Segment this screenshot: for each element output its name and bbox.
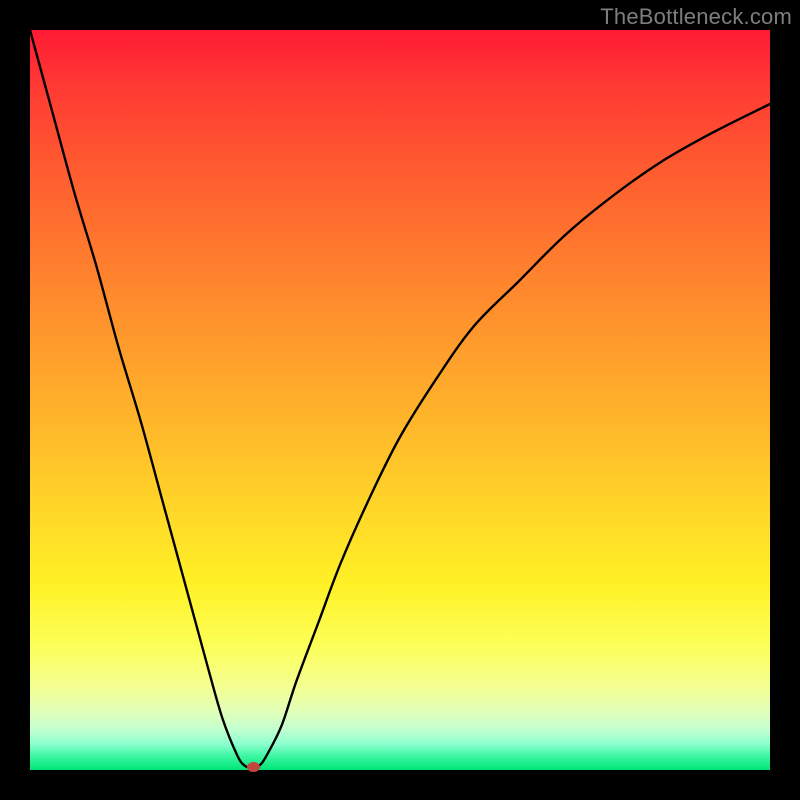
watermark-text: TheBottleneck.com [600,4,792,30]
chart-svg [30,30,770,770]
chart-frame: TheBottleneck.com [0,0,800,800]
minimum-marker [247,762,260,772]
plot-area [30,30,770,770]
bottleneck-curve [30,30,770,768]
